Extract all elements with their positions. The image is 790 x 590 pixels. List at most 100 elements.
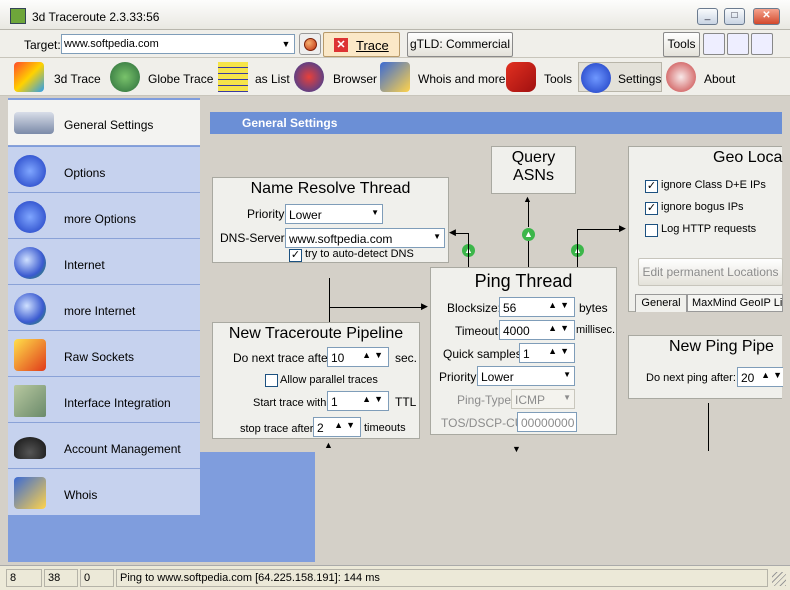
auto-detect-dns-label: try to auto-detect DNS <box>305 248 414 260</box>
chevron-down-icon[interactable]: ▼ <box>278 35 294 53</box>
sidebar-item-more-internet[interactable]: more Internet <box>8 285 200 331</box>
globe-trace-icon <box>110 62 140 92</box>
toolbar-about[interactable]: About <box>666 62 746 92</box>
monitor-icon[interactable] <box>751 33 773 55</box>
toolbar-as-list[interactable]: as List <box>218 62 290 92</box>
start-ttl-unit: TTL <box>395 395 417 409</box>
status-cell-2: 38 <box>44 569 78 587</box>
toolbar-label: Settings <box>618 72 662 86</box>
section-header: General Settings <box>210 112 782 134</box>
toolbar-whois[interactable]: Whois and more <box>380 62 505 92</box>
query-asns-panel[interactable]: Query ASNs <box>491 146 576 194</box>
log-http-checkbox[interactable] <box>645 224 658 237</box>
traceroute-pipeline-title: New Traceroute Pipeline <box>228 325 404 342</box>
globes-icon <box>14 293 46 325</box>
connector-line <box>528 200 529 227</box>
ping-type-select[interactable]: ICMP ▼ <box>511 389 575 409</box>
geo-location-title: Geo Loca <box>713 149 783 166</box>
globe-icon <box>14 247 46 279</box>
toolbar-tools[interactable]: Tools <box>506 62 576 92</box>
sidebar-item-raw-sockets[interactable]: Raw Sockets <box>8 331 200 377</box>
tos-label: TOS/DSCP-CU: <box>441 416 527 430</box>
name-resolve-title: Name Resolve Thread <box>250 180 411 197</box>
ignore-bogus-label: ignore bogus IPs <box>661 201 744 213</box>
timeout-stepper[interactable]: 4000 ▲▼ <box>499 320 575 340</box>
quick-samples-label: Quick samples: <box>443 347 526 361</box>
resize-grip-icon[interactable] <box>772 572 786 586</box>
auto-detect-dns-checkbox[interactable]: ✓ <box>289 249 302 262</box>
sidebar-item-options[interactable]: Options <box>8 147 200 193</box>
section-header-title: General Settings <box>242 116 338 130</box>
connector-line <box>468 233 469 267</box>
chevron-down-icon[interactable]: ▼ <box>433 232 441 241</box>
sidebar-item-more-options[interactable]: more Options <box>8 193 200 239</box>
status-message: Ping to www.softpedia.com [64.225.158.19… <box>120 572 380 584</box>
stop-timeouts-unit: timeouts <box>364 422 406 434</box>
blocksize-stepper[interactable]: 56 ▲▼ <box>499 297 575 317</box>
spinner-arrows-icon[interactable]: ▲▼ <box>362 394 386 404</box>
status-message-cell: Ping to www.softpedia.com [64.225.158.19… <box>116 569 768 587</box>
ignore-bogus-checkbox[interactable]: ✓ <box>645 202 658 215</box>
next-ping-label: Do next ping after: <box>646 372 736 384</box>
toolbar-label: Tools <box>544 72 573 86</box>
toolbar-3d-trace[interactable]: 3d Trace <box>14 62 102 92</box>
sidebar-item-label: more Options <box>64 212 137 226</box>
priority-label: Priority: <box>247 207 288 221</box>
whois-icon <box>380 62 410 92</box>
sidebar-item-whois[interactable]: Whois <box>8 469 200 515</box>
dns-priority-value: Lower <box>289 208 322 222</box>
next-ping-stepper[interactable]: 20 ▲▼ <box>737 367 783 387</box>
windows-icon[interactable] <box>727 33 749 55</box>
spinner-arrows-icon[interactable]: ▲▼ <box>334 420 358 430</box>
log-http-label: Log HTTP requests <box>661 223 757 235</box>
do-next-trace-stepper[interactable]: 10 ▲▼ <box>327 347 389 367</box>
start-ttl-stepper[interactable]: 1 ▲▼ <box>327 391 389 411</box>
toolbar-label: About <box>704 72 736 86</box>
target-input[interactable]: www.softpedia.com ▼ <box>61 34 295 54</box>
whois-icon <box>14 477 46 509</box>
stop-trace-label: stop trace after <box>240 423 314 435</box>
record-icon <box>304 38 317 51</box>
arrow-up-icon: ▲ <box>523 194 532 204</box>
spinner-arrows-icon[interactable]: ▲▼ <box>761 370 785 380</box>
gtld-button[interactable]: gTLD: Commercial <box>407 32 513 57</box>
tab-maxmind[interactable]: MaxMind GeoIP Lit <box>687 294 783 312</box>
sidebar-item-account-management[interactable]: Account Management <box>8 423 200 469</box>
toolbar-globe-trace[interactable]: Globe Trace <box>110 62 213 92</box>
ping-type-label: Ping-Type: <box>457 393 515 407</box>
parallel-traces-checkbox[interactable] <box>265 374 278 387</box>
tools-button[interactable]: Tools <box>663 32 700 57</box>
spinner-arrows-icon[interactable]: ▲▼ <box>548 323 572 333</box>
lightning-icon <box>14 339 46 371</box>
sidebar-item-label: Interface Integration <box>64 396 171 410</box>
gears-icon <box>14 201 46 233</box>
dns-priority-select[interactable]: Lower ▼ <box>285 204 383 224</box>
app-icon <box>10 8 26 24</box>
hat-icon <box>14 437 46 459</box>
quick-samples-stepper[interactable]: 1 ▲▼ <box>519 343 575 363</box>
tos-input[interactable]: 00000000 <box>517 412 577 432</box>
quick-samples-value: 1 <box>523 347 530 361</box>
edit-locations-button[interactable]: Edit permanent Locations <box>638 258 783 286</box>
dns-server-input[interactable]: www.softpedia.com ▼ <box>285 228 445 248</box>
spinner-arrows-icon[interactable]: ▲▼ <box>362 350 386 360</box>
ping-priority-select[interactable]: Lower ▼ <box>477 366 575 386</box>
ignore-class-de-checkbox[interactable]: ✓ <box>645 180 658 193</box>
sidebar-item-general-settings[interactable]: General Settings <box>8 100 200 146</box>
stop-timeouts-stepper[interactable]: 2 ▲▼ <box>313 417 361 437</box>
close-button[interactable]: ✕ <box>753 8 780 25</box>
spinner-arrows-icon[interactable]: ▲▼ <box>548 300 572 310</box>
maximize-button[interactable]: □ <box>724 8 745 25</box>
sidebar-item-interface-integration[interactable]: Interface Integration <box>8 377 200 423</box>
go-button[interactable] <box>299 33 321 55</box>
minimize-button[interactable]: _ <box>697 8 718 25</box>
spinner-arrows-icon[interactable]: ▲▼ <box>548 346 572 356</box>
toolbar-settings[interactable]: Settings <box>578 62 662 93</box>
trace-button[interactable]: ✕ Trace <box>323 32 400 57</box>
target-label: Target: <box>24 38 61 52</box>
save-icon[interactable] <box>703 33 725 55</box>
tab-general[interactable]: General <box>635 294 687 312</box>
target-value: www.softpedia.com <box>64 38 159 50</box>
sidebar-item-internet[interactable]: Internet <box>8 239 200 285</box>
toolbar-browser[interactable]: Browser <box>294 62 377 92</box>
